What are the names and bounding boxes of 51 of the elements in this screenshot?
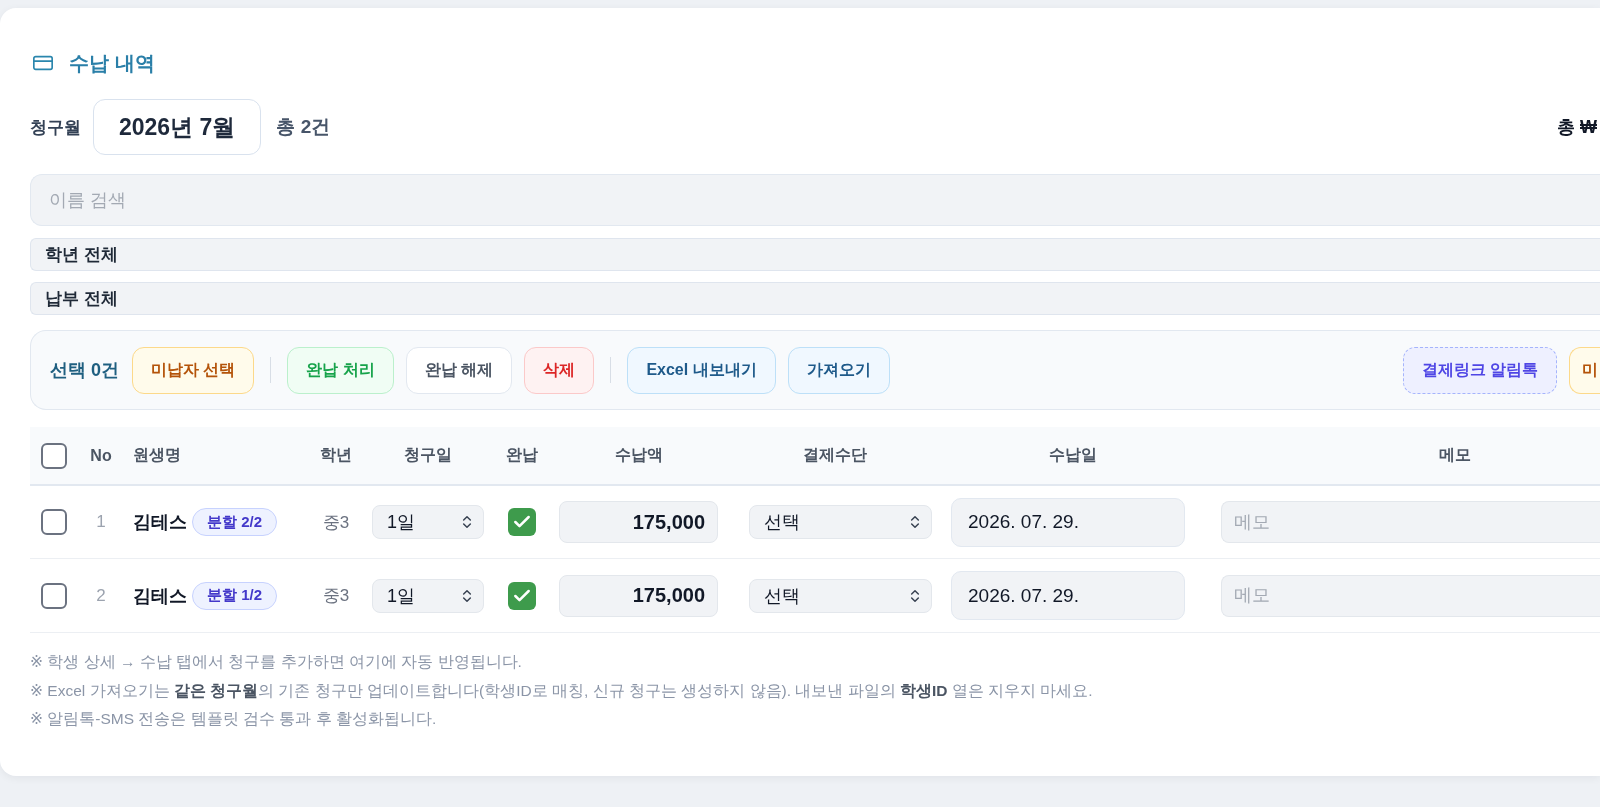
month-picker[interactable]: 2026년 7월: [93, 99, 262, 155]
row-checkbox[interactable]: [41, 509, 67, 535]
paid-checkbox[interactable]: [508, 508, 536, 536]
period-label: 청구월: [30, 116, 81, 139]
student-name: 김테스: [133, 511, 187, 534]
paid-checkbox[interactable]: [508, 581, 536, 610]
toolbar-button[interactable]: 결제링크 알림톡: [1402, 346, 1557, 394]
amount-field[interactable]: 175,000: [559, 574, 718, 617]
filter-select[interactable]: 납부 전체: [30, 282, 1600, 315]
column-header: 수납일: [1049, 445, 1097, 465]
memo-field[interactable]: 메모: [1221, 501, 1600, 543]
help-note: ※ Excel 가져오기는 같은 청구월의 기존 청구만 업데이트합니다(학생ID로 매칭, 신규 청구는 생성하지 않음). 내보낸 파일의 학생ID 열은 지우지 마세요.: [30, 680, 1094, 701]
search-field[interactable]: 이름 검색: [30, 174, 1600, 226]
toolbar-button[interactable]: 삭제: [524, 346, 595, 394]
row-number: 1: [96, 512, 106, 532]
filter-select[interactable]: 학년 전체: [30, 238, 1600, 271]
column-header: 메모: [1439, 445, 1471, 465]
toolbar-button[interactable]: Excel 내보내기: [627, 346, 776, 394]
amount-field[interactable]: 175,000: [559, 501, 718, 543]
payment-method-select[interactable]: 선택: [749, 505, 932, 539]
selection-count: 선택 0건: [50, 359, 119, 382]
total-amount: 총 ₩: [1557, 116, 1597, 139]
column-header: 결제수단: [803, 445, 867, 465]
billing-day-select[interactable]: 1일: [372, 505, 484, 539]
payment-method-select[interactable]: 선택: [749, 578, 932, 613]
date-field[interactable]: 2026. 07. 29.: [951, 497, 1185, 547]
grade-text: 중3: [322, 511, 350, 534]
row-checkbox[interactable]: [41, 582, 67, 609]
column-header: 학년: [320, 445, 352, 465]
memo-field[interactable]: 메모: [1221, 574, 1600, 617]
column-header: 수납액: [614, 445, 663, 465]
student-name: 김테스: [133, 584, 187, 608]
column-header: 원생명: [133, 445, 181, 465]
date-field[interactable]: 2026. 07. 29.: [951, 571, 1185, 620]
toolbar-button[interactable]: 미납자 선택: [132, 346, 255, 394]
billing-day-select[interactable]: 1일: [372, 578, 484, 613]
toolbar-button[interactable]: 가져오기: [787, 346, 890, 394]
select-all-checkbox[interactable]: [41, 442, 67, 469]
column-header: 완납: [506, 445, 538, 465]
record-count: 총 2건: [276, 115, 331, 139]
installment-badge: 분할 2/2: [192, 508, 278, 536]
row-number: 2: [96, 585, 106, 606]
help-note: ※ 학생 상세 → 수납 탭에서 청구를 추가하면 여기에 자동 반영됩니다.: [30, 652, 523, 672]
section-title: 수납 내역: [69, 50, 155, 76]
grade-text: 중3: [322, 585, 350, 607]
toolbar-button[interactable]: 완납 해제: [405, 346, 513, 394]
toolbar-button[interactable]: 미: [1569, 346, 1600, 394]
column-header: 청구일: [404, 445, 452, 465]
help-note: ※ 알림톡-SMS 전송은 템플릿 검수 통과 후 활성화됩니다.: [30, 709, 438, 729]
installment-badge: 분할 1/2: [192, 581, 278, 610]
column-header: No: [90, 446, 112, 465]
